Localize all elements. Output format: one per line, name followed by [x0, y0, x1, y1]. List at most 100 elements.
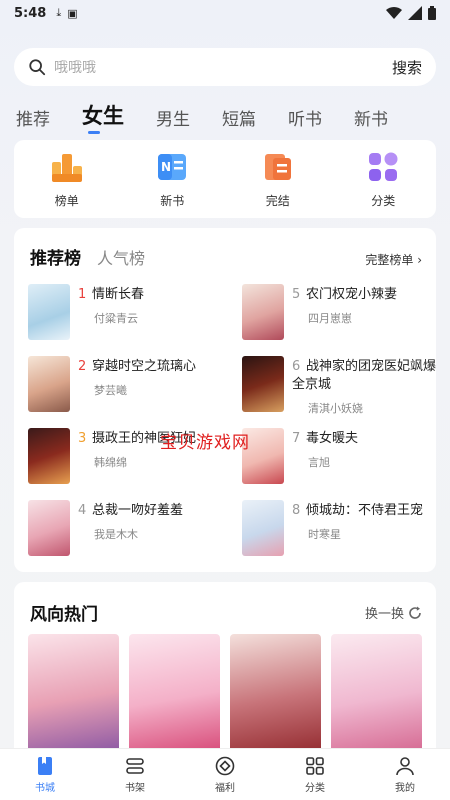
book-title: 农门权宠小辣妻	[306, 287, 398, 302]
tab-short[interactable]: 短篇	[222, 105, 256, 130]
book-author: 梦芸曦	[94, 384, 127, 397]
book-cover[interactable]	[129, 634, 220, 762]
status-bar: 5:48 ⤓ ▣	[0, 0, 450, 26]
nav-label: 书城	[35, 783, 55, 794]
book-cover[interactable]	[230, 634, 321, 762]
trending-header: 风向热门 换一换	[30, 600, 422, 625]
bottom-nav: 书城 书架 福利 分类 我的	[0, 748, 450, 800]
book-title: 总裁一吻好羞羞	[92, 503, 184, 518]
book-cover	[28, 428, 70, 484]
nav-label: 分类	[305, 783, 325, 794]
section-title: 风向热门	[30, 605, 98, 625]
book-author: 四月崽崽	[308, 312, 352, 325]
nav-welfare[interactable]: 福利	[195, 755, 255, 794]
list-item[interactable]: 7 毒女暖夫 言旭	[242, 428, 438, 486]
tab-popular-rank[interactable]: 人气榜	[97, 245, 145, 269]
trending-card: 风向热门 换一换	[14, 582, 436, 762]
watermark-text: 宝贝游戏网	[160, 433, 250, 453]
category-icon	[369, 152, 398, 181]
ranking-card: 推荐榜 人气榜 完整榜单 › 1 情断长春 付粱青云 2 穿越时空之琉璃心 梦芸曦 …	[14, 228, 436, 572]
book-author: 言旭	[308, 456, 330, 469]
list-item[interactable]: 5 农门权宠小辣妻 四月崽崽	[242, 284, 438, 342]
book-author: 付粱青云	[94, 312, 138, 325]
rank-number: 7	[292, 431, 301, 446]
book-title: 毒女暖夫	[306, 431, 359, 446]
full-ranking-link[interactable]: 完整榜单 ›	[365, 251, 422, 268]
nav-bookshelf[interactable]: 书架	[105, 755, 165, 794]
tab-recommend-rank[interactable]: 推荐榜	[30, 244, 81, 269]
download-icon: ⤓	[56, 6, 62, 19]
entry-category[interactable]: 分类	[343, 150, 423, 209]
rank-number: 4	[78, 503, 87, 518]
refresh-icon	[409, 606, 421, 619]
rank-number: 8	[292, 503, 301, 518]
entry-finished[interactable]: 完结	[238, 150, 318, 209]
refresh-label: 换一换	[364, 607, 404, 622]
ranking-header: 推荐榜 人气榜 完整榜单 ›	[30, 244, 422, 269]
nav-label: 书架	[125, 783, 145, 794]
chevron-right-icon: ›	[417, 253, 422, 267]
tab-male[interactable]: 男生	[156, 105, 190, 130]
list-item[interactable]: 6 战神家的团宠医妃飒爆全京城 清淇小妖娆	[242, 356, 438, 415]
entry-label: 新书	[160, 193, 185, 208]
book-title: 倾城劫：不侍君王宠	[306, 503, 424, 518]
bookshelf-icon	[126, 758, 144, 774]
book-title: 战神家的团宠医妃飒爆全京城	[292, 359, 437, 392]
search-button[interactable]: 搜索	[392, 57, 422, 78]
rank-number: 5	[292, 287, 301, 302]
battery-icon	[428, 6, 436, 20]
list-item[interactable]: 2 穿越时空之琉璃心 梦芸曦	[28, 356, 224, 414]
book-cover[interactable]	[28, 634, 119, 762]
entry-ranking[interactable]: 榜单	[27, 150, 107, 209]
refresh-button[interactable]: 换一换	[365, 603, 422, 622]
entry-label: 分类	[371, 193, 396, 208]
bookstore-icon	[38, 757, 52, 775]
signal-icon	[408, 6, 422, 20]
new-book-icon: N	[158, 153, 187, 180]
entry-new-books[interactable]: N 新书	[132, 150, 212, 209]
trending-covers	[28, 634, 422, 762]
tab-new[interactable]: 新书	[354, 105, 388, 130]
nav-bookstore[interactable]: 书城	[15, 755, 75, 794]
list-item[interactable]: 8 倾城劫：不侍君王宠 时寒星	[242, 500, 438, 558]
entry-label: 完结	[265, 193, 290, 208]
book-cover	[28, 356, 70, 412]
svg-text:N: N	[161, 160, 171, 174]
list-item[interactable]: 4 总裁一吻好羞羞 我是木木	[28, 500, 224, 558]
entry-label: 榜单	[54, 193, 79, 208]
nav-profile[interactable]: 我的	[375, 755, 435, 794]
full-ranking-label: 完整榜单	[365, 253, 414, 267]
book-cover	[28, 500, 70, 556]
ranking-list-icon	[51, 153, 82, 182]
search-icon	[29, 59, 46, 76]
book-cover[interactable]	[331, 634, 422, 762]
category-grid-icon	[306, 757, 324, 775]
search-input[interactable]: 哦哦哦	[54, 57, 392, 77]
tab-recommend[interactable]: 推荐	[16, 105, 50, 130]
rank-number: 1	[78, 287, 87, 302]
list-item[interactable]: 1 情断长春 付粱青云	[28, 284, 224, 342]
rank-number: 6	[292, 359, 301, 374]
profile-icon	[396, 757, 414, 776]
rank-number: 2	[78, 359, 87, 374]
welfare-icon	[215, 756, 235, 776]
tab-audio[interactable]: 听书	[288, 105, 322, 130]
finished-icon	[264, 153, 291, 180]
book-cover	[242, 284, 284, 340]
wifi-icon	[386, 6, 402, 20]
rank-number: 3	[78, 431, 87, 446]
status-time: 5:48	[14, 5, 47, 21]
tab-female[interactable]: 女生	[82, 100, 124, 134]
nav-category[interactable]: 分类	[285, 755, 345, 794]
nav-label: 我的	[395, 783, 415, 794]
notification-icon: ▣	[67, 6, 78, 20]
book-author: 我是木木	[94, 528, 138, 541]
book-author: 清淇小妖娆	[308, 402, 363, 415]
book-cover	[28, 284, 70, 340]
nav-label: 福利	[215, 783, 235, 794]
book-cover	[242, 500, 284, 556]
search-bar[interactable]: 哦哦哦 搜索	[14, 48, 436, 86]
book-author: 时寒星	[308, 528, 341, 541]
book-cover	[242, 356, 284, 412]
category-tabs: 推荐 女生 男生 短篇 听书 新书	[16, 98, 436, 134]
